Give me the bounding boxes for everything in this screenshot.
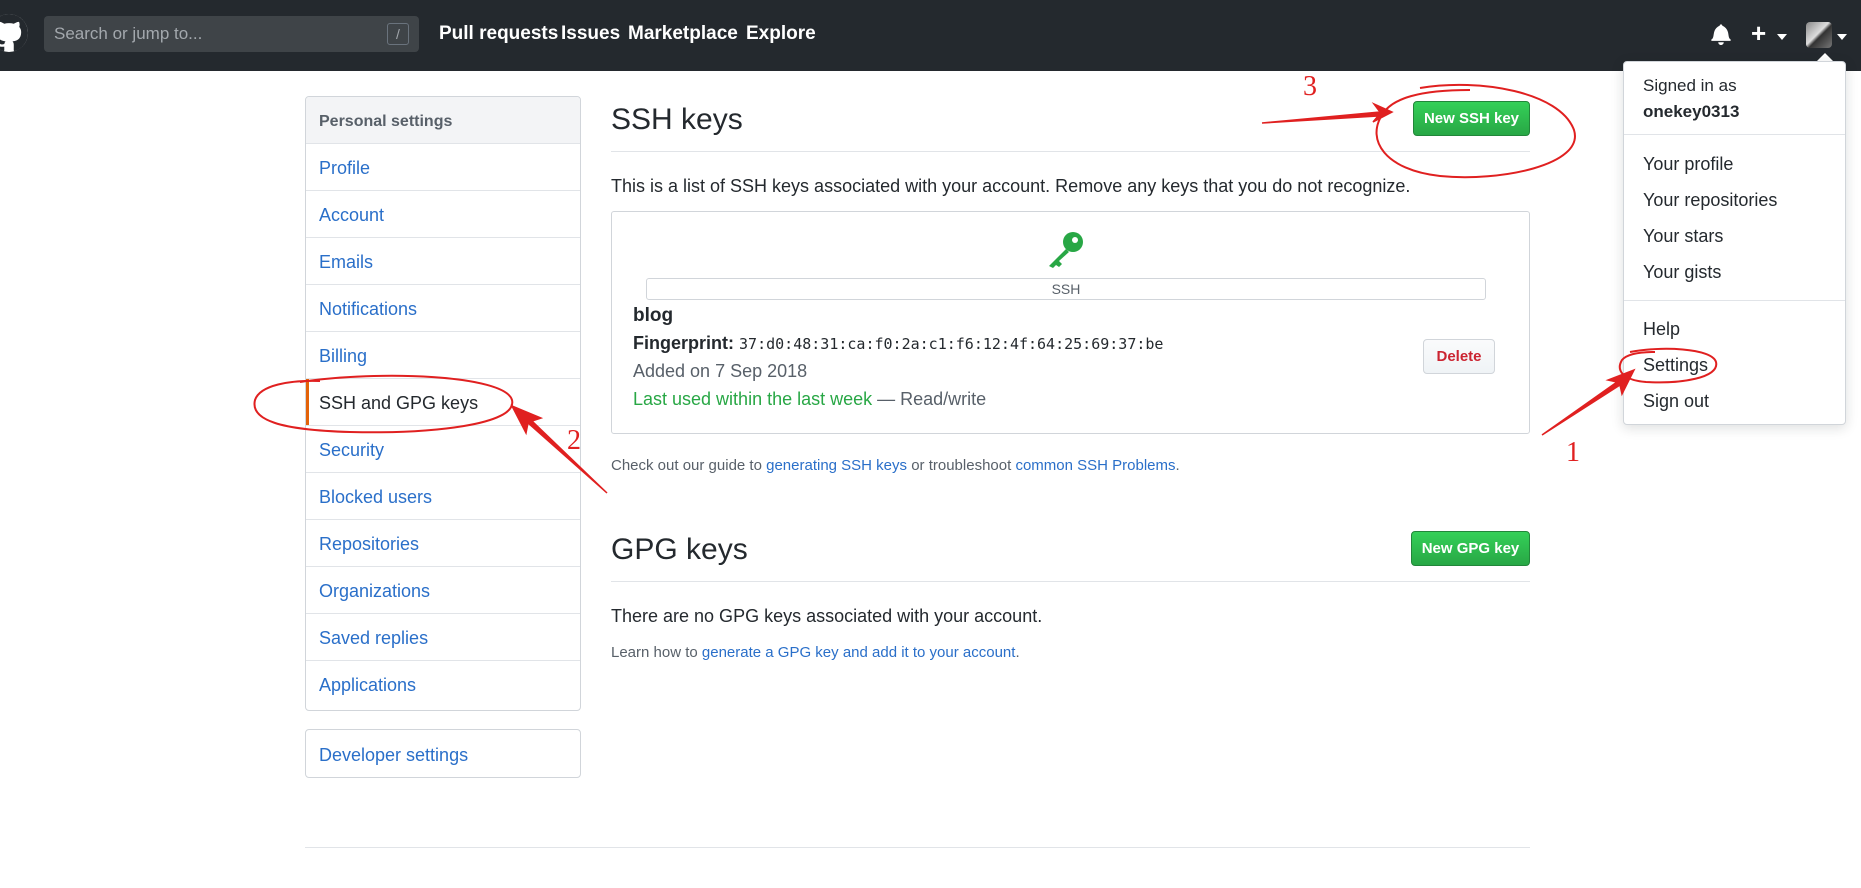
key-name: blog: [633, 305, 674, 326]
ssh-description: This is a list of SSH keys associated wi…: [611, 176, 1411, 196]
dropdown-help[interactable]: Help: [1643, 319, 1680, 340]
step3-number: 3: [1303, 71, 1317, 102]
plus-icon[interactable]: +: [1751, 20, 1766, 46]
key-icon: [1045, 230, 1085, 270]
dropdown-your-stars[interactable]: Your stars: [1643, 226, 1723, 247]
dropdown-your-gists[interactable]: Your gists: [1643, 262, 1721, 283]
key-last-used: Last used within the last week — Read/wr…: [633, 389, 986, 410]
sidebar-item-emails[interactable]: Emails: [306, 238, 580, 285]
github-logo-icon[interactable]: [0, 14, 28, 52]
delete-key-button[interactable]: Delete: [1423, 339, 1495, 374]
new-gpg-key-button[interactable]: New GPG key: [1411, 531, 1530, 566]
sidebar-item-notifications[interactable]: Notifications: [306, 285, 580, 332]
settings-sidebar: Personal settings Profile Account Emails…: [305, 96, 581, 711]
key-fingerprint: Fingerprint: 37:d0:48:31:ca:f0:2a:c1:f6:…: [633, 333, 1163, 354]
sidebar-item-blocked-users[interactable]: Blocked users: [306, 473, 580, 520]
sidebar-item-security[interactable]: Security: [306, 426, 580, 473]
slash-shortcut-badge: /: [387, 23, 409, 45]
learn-suffix: .: [1015, 644, 1020, 661]
nav-issues[interactable]: Issues: [561, 23, 620, 45]
gpg-keys-title: GPG keys: [611, 533, 748, 566]
user-dropdown-menu: Signed in as onekey0313 Your profile You…: [1623, 61, 1846, 425]
search-placeholder: Search or jump to...: [54, 24, 203, 43]
ssh-title-divider: [611, 151, 1530, 152]
dropdown-your-profile[interactable]: Your profile: [1643, 154, 1733, 175]
sidebar-item-applications[interactable]: Applications: [306, 661, 580, 708]
gpg-title-divider: [611, 581, 1530, 582]
sidebar-item-organizations[interactable]: Organizations: [306, 567, 580, 614]
key-type-label: SSH: [646, 278, 1486, 300]
sidebar-item-repositories[interactable]: Repositories: [306, 520, 580, 567]
ssh-guide-text: Check out our guide to generating SSH ke…: [611, 457, 1180, 474]
gpg-empty-text: There are no GPG keys associated with yo…: [611, 606, 1043, 626]
fingerprint-label: Fingerprint:: [633, 333, 734, 353]
sidebar-item-ssh-gpg-keys[interactable]: SSH and GPG keys: [306, 379, 580, 426]
nav-marketplace[interactable]: Marketplace: [628, 23, 738, 45]
last-used-text: Last used within the last week: [633, 389, 873, 409]
generate-gpg-key-link[interactable]: generate a GPG key and add it to your ac…: [702, 644, 1016, 661]
step1-arrow-icon: [1541, 368, 1636, 436]
dropdown-divider: [1624, 134, 1845, 135]
bell-icon[interactable]: [1711, 23, 1731, 50]
signed-in-username: onekey0313: [1643, 102, 1740, 121]
key-added-date: Added on 7 Sep 2018: [633, 361, 808, 381]
step1-number: 1: [1566, 437, 1580, 468]
guide-suffix: .: [1175, 457, 1180, 474]
nav-explore[interactable]: Explore: [746, 23, 816, 45]
signed-in-label: Signed in as: [1643, 76, 1737, 95]
dropdown-settings[interactable]: Settings: [1643, 355, 1708, 376]
sidebar-item-developer-settings[interactable]: Developer settings: [305, 729, 581, 778]
sidebar-item-saved-replies[interactable]: Saved replies: [306, 614, 580, 661]
top-header: Search or jump to... / Pull requests Iss…: [0, 0, 1861, 71]
ssh-keys-title: SSH keys: [611, 103, 743, 136]
new-ssh-key-button[interactable]: New SSH key: [1413, 101, 1530, 136]
avatar[interactable]: [1806, 22, 1832, 48]
nav-pull-requests[interactable]: Pull requests: [439, 23, 558, 45]
guide-prefix: Check out our guide to: [611, 457, 767, 474]
sidebar-item-profile[interactable]: Profile: [306, 144, 580, 191]
common-ssh-problems-link[interactable]: common SSH Problems: [1015, 457, 1175, 474]
search-input[interactable]: Search or jump to... /: [44, 16, 419, 52]
fingerprint-value: 37:d0:48:31:ca:f0:2a:c1:f6:12:4f:64:25:6…: [739, 335, 1164, 353]
sidebar-item-billing[interactable]: Billing: [306, 332, 580, 379]
sidebar-item-account[interactable]: Account: [306, 191, 580, 238]
dropdown-sign-out[interactable]: Sign out: [1643, 391, 1709, 412]
step3-arrow-icon: [1261, 102, 1394, 124]
learn-prefix: Learn how to: [611, 644, 702, 661]
access-level: — Read/write: [872, 389, 987, 409]
ssh-key-card: SSH blog Fingerprint: 37:d0:48:31:ca:f0:…: [611, 211, 1530, 434]
plus-caret-icon[interactable]: [1777, 34, 1787, 40]
step2-number: 2: [567, 425, 581, 456]
sidebar-heading: Personal settings: [306, 97, 580, 144]
avatar-caret-icon[interactable]: [1837, 34, 1847, 40]
dropdown-divider: [1624, 300, 1845, 301]
guide-middle: or troubleshoot: [907, 457, 1016, 474]
gpg-learn-text: Learn how to generate a GPG key and add …: [611, 644, 1020, 661]
footer-divider: [305, 847, 1530, 848]
annotation-overlay: [253, 83, 1718, 494]
generating-ssh-keys-link[interactable]: generating SSH keys: [766, 457, 907, 474]
dropdown-your-repositories[interactable]: Your repositories: [1643, 190, 1777, 211]
